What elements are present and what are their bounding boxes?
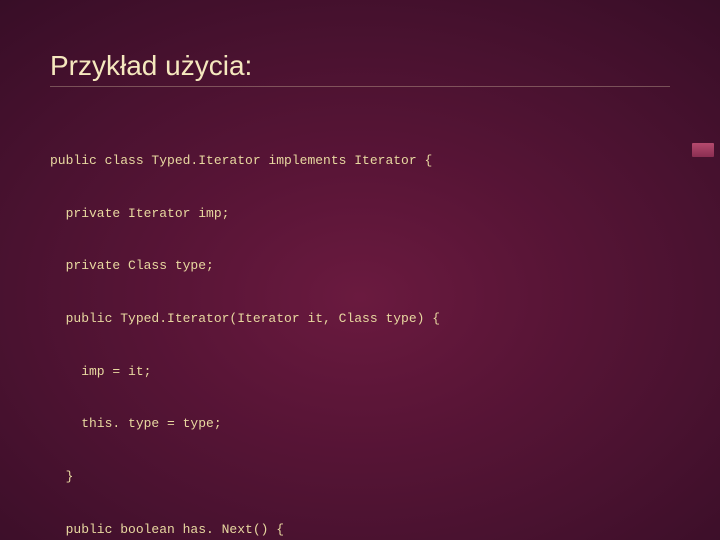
slide-content: Przykład użycia: public class Typed.Iter… [0, 0, 720, 540]
code-block: public class Typed.Iterator implements I… [50, 117, 670, 540]
code-line: private Class type; [50, 257, 670, 275]
code-line: private Iterator imp; [50, 205, 670, 223]
slide-title: Przykład użycia: [50, 50, 670, 82]
code-line: public Typed.Iterator(Iterator it, Class… [50, 310, 670, 328]
code-line: imp = it; [50, 363, 670, 381]
code-line: } [50, 468, 670, 486]
code-line: this. type = type; [50, 415, 670, 433]
code-line: public class Typed.Iterator implements I… [50, 152, 670, 170]
slide-marker [692, 143, 714, 157]
code-line: public boolean has. Next() { [50, 521, 670, 539]
title-underline [50, 86, 670, 87]
